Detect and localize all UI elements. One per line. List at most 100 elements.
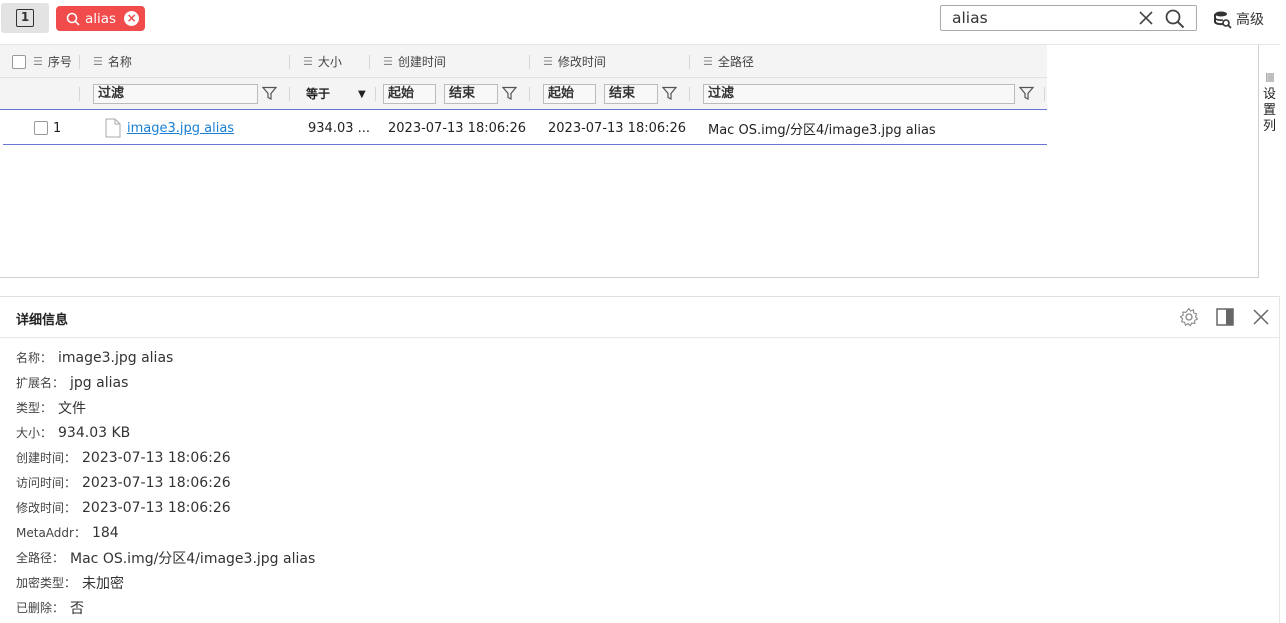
tab-number: 1 bbox=[16, 9, 34, 27]
file-grid: ☰ 序号 ☰ 名称 ☰ 大小 ☰ 创建时间 ☰ 修改时间 ☰ 全路径 过滤 等于… bbox=[0, 44, 1280, 278]
property-key: 名称： bbox=[16, 351, 53, 365]
property-key: 全路径： bbox=[16, 551, 65, 565]
close-icon[interactable]: × bbox=[124, 11, 140, 26]
column-header-created[interactable]: ☰ 创建时间 bbox=[383, 45, 446, 78]
property-key: 修改时间： bbox=[16, 501, 77, 515]
column-divider bbox=[375, 87, 376, 101]
grid-header: ☰ 序号 ☰ 名称 ☰ 大小 ☰ 创建时间 ☰ 修改时间 ☰ 全路径 bbox=[0, 45, 1047, 78]
property-key: 类型： bbox=[16, 401, 53, 415]
property-row: 加密类型： 未加密 bbox=[16, 570, 315, 595]
detail-properties: 名称： image3.jpg alias 扩展名： jpg alias 类型： … bbox=[16, 345, 315, 620]
search-box bbox=[940, 5, 1197, 31]
row-size: 934.03 ... bbox=[308, 120, 371, 136]
name-filter-input[interactable]: 过滤 bbox=[93, 84, 258, 104]
modified-start-input[interactable]: 起始 bbox=[543, 84, 596, 104]
advanced-label: 高级 bbox=[1236, 12, 1264, 28]
filter-icon[interactable] bbox=[662, 86, 677, 101]
property-value: 2023-07-13 18:06:26 bbox=[82, 474, 231, 491]
row-created: 2023-07-13 18:06:26 bbox=[388, 120, 527, 136]
row-select: 1 bbox=[34, 111, 61, 145]
menu-icon: ☰ bbox=[543, 55, 553, 68]
filter-icon[interactable] bbox=[1019, 86, 1034, 101]
property-key: 创建时间： bbox=[16, 451, 77, 465]
property-value: 否 bbox=[70, 600, 85, 617]
filter-icon[interactable] bbox=[502, 86, 517, 101]
column-header-label: 名称 bbox=[107, 55, 132, 69]
column-header-name[interactable]: ☰ 名称 bbox=[93, 45, 132, 78]
row-index: 1 bbox=[53, 120, 62, 136]
column-settings-label: 设 置 列 bbox=[1259, 87, 1280, 135]
tab-number-button[interactable]: 1 bbox=[1, 3, 49, 33]
property-row: 创建时间： 2023-07-13 18:06:26 bbox=[16, 445, 315, 470]
filter-row: 过滤 等于 ▼ 起始 结束 起始 结束 过滤 bbox=[0, 78, 1047, 110]
property-row: 大小： 934.03 KB bbox=[16, 420, 315, 445]
column-divider[interactable] bbox=[529, 55, 530, 69]
property-row: 全路径： Mac OS.img/分区4/image3.jpg alias bbox=[16, 545, 315, 570]
property-value: jpg alias bbox=[70, 374, 129, 391]
property-key: 已删除： bbox=[16, 601, 65, 615]
column-header-label: 大小 bbox=[317, 55, 342, 69]
column-divider[interactable] bbox=[369, 55, 370, 69]
property-row: 扩展名： jpg alias bbox=[16, 370, 315, 395]
detail-title: 详细信息 bbox=[16, 313, 69, 328]
column-header-modified[interactable]: ☰ 修改时间 bbox=[543, 45, 606, 78]
row-modified: 2023-07-13 18:06:26 bbox=[548, 120, 687, 136]
column-divider bbox=[1044, 87, 1045, 101]
label-char: 置 bbox=[1262, 103, 1276, 118]
search-icon bbox=[66, 12, 80, 26]
column-header-label: 修改时间 bbox=[557, 55, 606, 69]
close-icon[interactable] bbox=[1251, 307, 1271, 327]
row-checkbox[interactable] bbox=[34, 121, 48, 135]
row-name: image3.jpg alias bbox=[105, 111, 234, 145]
property-key: MetaAddr： bbox=[16, 526, 86, 540]
created-start-input[interactable]: 起始 bbox=[383, 84, 436, 104]
property-value: 文件 bbox=[58, 400, 87, 417]
property-key: 大小： bbox=[16, 426, 53, 440]
row-path: Mac OS.img/分区4/image3.jpg alias bbox=[708, 122, 936, 138]
search-icon[interactable] bbox=[1164, 8, 1186, 30]
path-filter-input[interactable]: 过滤 bbox=[703, 84, 1015, 104]
size-filter-operator: 等于 bbox=[306, 87, 331, 101]
property-value: 934.03 KB bbox=[58, 424, 131, 441]
column-header-label: 全路径 bbox=[717, 55, 754, 69]
panel-toggle-icon[interactable] bbox=[1215, 307, 1235, 327]
menu-icon: ☰ bbox=[383, 55, 393, 68]
file-name-link[interactable]: image3.jpg alias bbox=[127, 121, 234, 136]
column-divider bbox=[289, 87, 290, 101]
advanced-search-button[interactable]: 高级 bbox=[1213, 8, 1264, 30]
column-header-index[interactable]: ☰ 序号 bbox=[33, 45, 72, 78]
column-divider[interactable] bbox=[689, 55, 690, 69]
column-divider[interactable] bbox=[289, 55, 290, 69]
property-row: MetaAddr： 184 bbox=[16, 520, 315, 545]
property-value: 未加密 bbox=[82, 575, 125, 592]
column-header-label: 序号 bbox=[47, 55, 72, 69]
property-value: 2023-07-13 18:06:26 bbox=[82, 499, 231, 516]
column-header-size[interactable]: ☰ 大小 bbox=[303, 45, 342, 78]
table-row[interactable]: 1 image3.jpg alias 934.03 ... 2023-07-13… bbox=[3, 111, 1047, 145]
property-value: image3.jpg alias bbox=[58, 349, 174, 366]
label-char: 列 bbox=[1262, 119, 1276, 134]
created-end-input[interactable]: 结束 bbox=[444, 84, 498, 104]
column-divider[interactable] bbox=[79, 55, 80, 69]
column-header-label: 创建时间 bbox=[397, 55, 446, 69]
property-row: 已删除： 否 bbox=[16, 595, 315, 620]
column-header-path[interactable]: ☰ 全路径 bbox=[703, 45, 754, 78]
search-tag[interactable]: alias × bbox=[56, 6, 146, 31]
file-icon bbox=[105, 118, 121, 138]
select-all-checkbox[interactable] bbox=[12, 54, 26, 69]
size-filter-select[interactable]: 等于 ▼ bbox=[306, 85, 368, 104]
modified-end-input[interactable]: 结束 bbox=[604, 84, 658, 104]
property-key: 扩展名： bbox=[16, 376, 65, 390]
column-settings-button[interactable]: |||| 设 置 列 bbox=[1258, 45, 1280, 278]
header-select-all bbox=[12, 45, 26, 78]
gear-icon[interactable] bbox=[1179, 307, 1199, 327]
property-value: 184 bbox=[91, 524, 119, 541]
property-row: 访问时间： 2023-07-13 18:06:26 bbox=[16, 470, 315, 495]
filter-icon[interactable] bbox=[262, 86, 277, 101]
clear-icon[interactable] bbox=[1137, 9, 1155, 27]
toolbar: 1 alias × 高级 bbox=[0, 0, 1286, 38]
menu-icon: ☰ bbox=[303, 55, 313, 68]
database-search-icon bbox=[1214, 11, 1232, 29]
property-row: 名称： image3.jpg alias bbox=[16, 345, 315, 370]
search-input[interactable] bbox=[941, 6, 1131, 30]
